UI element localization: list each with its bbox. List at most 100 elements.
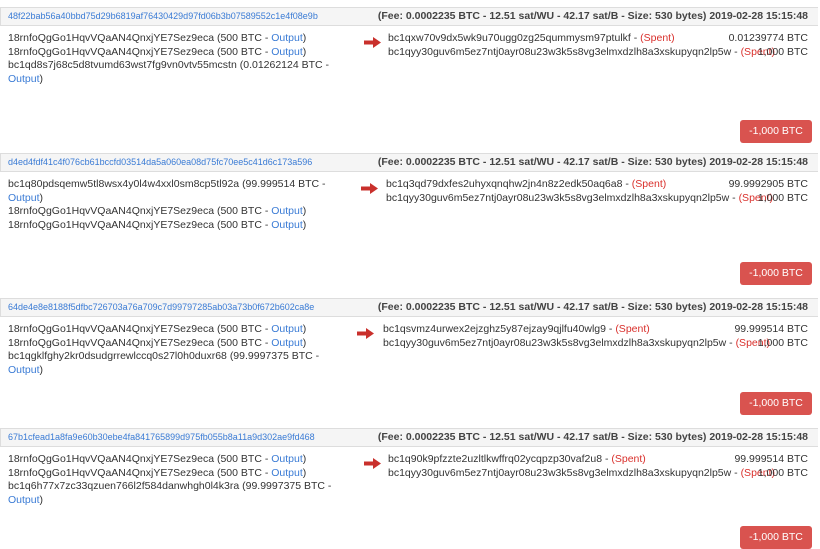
transaction-hash-link[interactable]: d4ed4fdf41c4f076cb61bccfd03514da5a060ea0… bbox=[8, 157, 312, 167]
input-amount: (500 BTC - bbox=[216, 205, 269, 218]
input-item: bc1qd8s7j68c5d8tvumd63wst7fg9vn0vtv55mcs… bbox=[8, 59, 338, 86]
output-item: bc1qyy30guv6m5ez7ntj0ayr08u23w3k5s8vg3el… bbox=[388, 466, 808, 479]
input-amount: (500 BTC - bbox=[216, 32, 269, 44]
output-link[interactable]: Output bbox=[8, 192, 40, 204]
output-amount: 99.999514 BTC bbox=[734, 453, 808, 465]
outputs-list: bc1qsvmz4urwex2ejzghz5y87ejzay9qjlfu40wl… bbox=[383, 323, 808, 350]
input-amount: (99.9997375 BTC - bbox=[242, 480, 332, 493]
arrow-right-icon bbox=[357, 328, 374, 339]
input-item: 18rnfoQgGo1HqvVQaAN4QnxjYE7Sez9eca (500 … bbox=[8, 323, 338, 337]
transaction-header: 67b1cfead1a8fa9e60b30ebe4fa841765899d975… bbox=[0, 428, 818, 447]
fee-info: (Fee: 0.0002235 BTC - 12.51 sat/WU - 42.… bbox=[377, 301, 808, 313]
output-item: bc1qyy30guv6m5ez7ntj0ayr08u23w3k5s8vg3el… bbox=[388, 45, 808, 58]
outputs-list: bc1q3qd79dxfes2uhyxqnqhw2jn4n8z2edk50aq6… bbox=[386, 178, 808, 205]
output-link[interactable]: Output bbox=[271, 337, 303, 349]
input-close: ) bbox=[302, 45, 307, 58]
output-link[interactable]: Output bbox=[271, 46, 303, 58]
output-link[interactable]: Output bbox=[271, 323, 303, 335]
output-address[interactable]: bc1q3qd79dxfes2uhyxqnqhw2jn4n8z2edk50aq6… bbox=[386, 178, 622, 190]
inputs-list: 18rnfoQgGo1HqvVQaAN4QnxjYE7Sez9eca (500 … bbox=[8, 32, 338, 86]
transaction-hash-link[interactable]: 48f22bab56a40bbd75d29b6819af76430429d97f… bbox=[8, 11, 318, 21]
input-address[interactable]: 18rnfoQgGo1HqvVQaAN4QnxjYE7Sez9eca bbox=[8, 219, 214, 231]
input-amount: (500 BTC - bbox=[216, 218, 269, 231]
output-amount: 1,000 BTC bbox=[757, 191, 808, 204]
input-address[interactable]: 18rnfoQgGo1HqvVQaAN4QnxjYE7Sez9eca bbox=[8, 205, 214, 217]
input-address[interactable]: 18rnfoQgGo1HqvVQaAN4QnxjYE7Sez9eca bbox=[8, 467, 214, 479]
input-item: 18rnfoQgGo1HqvVQaAN4QnxjYE7Sez9eca (500 … bbox=[8, 453, 338, 467]
input-address[interactable]: 18rnfoQgGo1HqvVQaAN4QnxjYE7Sez9eca bbox=[8, 46, 214, 58]
arrow-right-icon bbox=[364, 37, 381, 48]
output-address[interactable]: bc1qyy30guv6m5ez7ntj0ayr08u23w3k5s8vg3el… bbox=[383, 337, 726, 349]
output-link[interactable]: Output bbox=[271, 219, 303, 231]
input-amount: (500 BTC - bbox=[216, 336, 269, 349]
input-amount: (99.999514 BTC - bbox=[242, 178, 326, 190]
total-amount-button[interactable]: -1,000 BTC bbox=[740, 392, 812, 415]
input-address[interactable]: bc1q80pdsqemw5tl8wsx4y0l4w4xxl0sm8cp5tl9… bbox=[8, 178, 239, 190]
output-link[interactable]: Output bbox=[8, 494, 40, 506]
output-item: bc1qyy30guv6m5ez7ntj0ayr08u23w3k5s8vg3el… bbox=[383, 336, 808, 349]
input-close: ) bbox=[39, 191, 44, 204]
output-address[interactable]: bc1qsvmz4urwex2ejzghz5y87ejzay9qjlfu40wl… bbox=[383, 323, 606, 335]
input-amount: (500 BTC - bbox=[216, 323, 269, 335]
input-item: 18rnfoQgGo1HqvVQaAN4QnxjYE7Sez9eca (500 … bbox=[8, 467, 338, 481]
input-address[interactable]: bc1qgklfghy2kr0dsudgrrewlccq0s27l0h0duxr… bbox=[8, 350, 227, 362]
transaction-header: d4ed4fdf41c4f076cb61bccfd03514da5a060ea0… bbox=[0, 153, 818, 172]
transaction-hash-link[interactable]: 64de4e8e8188f5dfbc726703a76a709c7d997972… bbox=[8, 302, 314, 312]
output-item: bc1qyy30guv6m5ez7ntj0ayr08u23w3k5s8vg3el… bbox=[386, 191, 808, 204]
input-close: ) bbox=[302, 466, 307, 479]
output-address[interactable]: bc1q90k9pfzzte2uzltlkwffrq02ycqpzp30vaf2… bbox=[388, 453, 602, 465]
output-address[interactable]: bc1qyy30guv6m5ez7ntj0ayr08u23w3k5s8vg3el… bbox=[388, 46, 731, 58]
spent-status[interactable]: (Spent) bbox=[632, 178, 666, 190]
input-close: ) bbox=[302, 453, 307, 465]
fee-info: (Fee: 0.0002235 BTC - 12.51 sat/WU - 42.… bbox=[377, 156, 808, 168]
output-link[interactable]: Output bbox=[271, 32, 303, 44]
inputs-list: 18rnfoQgGo1HqvVQaAN4QnxjYE7Sez9eca (500 … bbox=[8, 323, 338, 377]
fee-info: (Fee: 0.0002235 BTC - 12.51 sat/WU - 42.… bbox=[377, 431, 808, 443]
arrow-right-icon bbox=[364, 458, 381, 469]
input-close: ) bbox=[302, 205, 307, 218]
total-amount-button[interactable]: -1,000 BTC bbox=[740, 120, 812, 143]
input-close: ) bbox=[302, 323, 307, 335]
input-item: bc1qgklfghy2kr0dsudgrrewlccq0s27l0h0duxr… bbox=[8, 350, 338, 377]
transaction-header: 48f22bab56a40bbd75d29b6819af76430429d97f… bbox=[0, 7, 818, 26]
output-link[interactable]: Output bbox=[271, 467, 303, 479]
input-amount: (500 BTC - bbox=[216, 466, 269, 479]
output-address[interactable]: bc1qyy30guv6m5ez7ntj0ayr08u23w3k5s8vg3el… bbox=[388, 467, 731, 479]
input-item: 18rnfoQgGo1HqvVQaAN4QnxjYE7Sez9eca (500 … bbox=[8, 219, 338, 233]
total-amount-button[interactable]: -1,000 BTC bbox=[740, 526, 812, 549]
transaction-hash-link[interactable]: 67b1cfead1a8fa9e60b30ebe4fa841765899d975… bbox=[8, 432, 315, 442]
input-address[interactable]: bc1qd8s7j68c5d8tvumd63wst7fg9vn0vtv55mcs… bbox=[8, 59, 237, 71]
spent-status[interactable]: (Spent) bbox=[640, 32, 674, 44]
output-link[interactable]: Output bbox=[271, 453, 303, 465]
total-amount-button[interactable]: -1,000 BTC bbox=[740, 262, 812, 285]
output-item: bc1q3qd79dxfes2uhyxqnqhw2jn4n8z2edk50aq6… bbox=[386, 178, 808, 190]
input-item: 18rnfoQgGo1HqvVQaAN4QnxjYE7Sez9eca (500 … bbox=[8, 337, 338, 351]
input-item: bc1q6h77x7zc33qzuen766l2f584danwhgh0l4k3… bbox=[8, 480, 338, 507]
input-address[interactable]: bc1q6h77x7zc33qzuen766l2f584danwhgh0l4k3… bbox=[8, 480, 239, 492]
output-address[interactable]: bc1qyy30guv6m5ez7ntj0ayr08u23w3k5s8vg3el… bbox=[386, 192, 729, 204]
output-amount: 99.9992905 BTC bbox=[728, 178, 808, 190]
input-close: ) bbox=[302, 32, 307, 44]
output-item: bc1qxw70v9dx5wk9u70ugg0zg25qummysm97ptul… bbox=[388, 32, 808, 44]
input-address[interactable]: 18rnfoQgGo1HqvVQaAN4QnxjYE7Sez9eca bbox=[8, 453, 214, 465]
output-address[interactable]: bc1qxw70v9dx5wk9u70ugg0zg25qummysm97ptul… bbox=[388, 32, 631, 44]
input-close: ) bbox=[39, 363, 44, 376]
inputs-list: bc1q80pdsqemw5tl8wsx4y0l4w4xxl0sm8cp5tl9… bbox=[8, 178, 338, 232]
input-item: bc1q80pdsqemw5tl8wsx4y0l4w4xxl0sm8cp5tl9… bbox=[8, 178, 338, 205]
input-close: ) bbox=[302, 218, 307, 231]
input-address[interactable]: 18rnfoQgGo1HqvVQaAN4QnxjYE7Sez9eca bbox=[8, 32, 214, 44]
input-amount: (500 BTC - bbox=[216, 45, 269, 58]
input-address[interactable]: 18rnfoQgGo1HqvVQaAN4QnxjYE7Sez9eca bbox=[8, 323, 214, 335]
output-link[interactable]: Output bbox=[8, 73, 40, 85]
input-address[interactable]: 18rnfoQgGo1HqvVQaAN4QnxjYE7Sez9eca bbox=[8, 337, 214, 349]
arrow-right-icon bbox=[361, 183, 378, 194]
input-close: ) bbox=[39, 72, 44, 85]
outputs-list: bc1q90k9pfzzte2uzltlkwffrq02ycqpzp30vaf2… bbox=[388, 453, 808, 480]
output-amount: 1,000 BTC bbox=[757, 45, 808, 58]
fee-info: (Fee: 0.0002235 BTC - 12.51 sat/WU - 42.… bbox=[377, 10, 808, 22]
output-amount: 1,000 BTC bbox=[757, 466, 808, 479]
spent-status[interactable]: (Spent) bbox=[615, 323, 649, 335]
spent-status[interactable]: (Spent) bbox=[611, 453, 645, 465]
output-link[interactable]: Output bbox=[271, 205, 303, 217]
output-link[interactable]: Output bbox=[8, 364, 40, 376]
